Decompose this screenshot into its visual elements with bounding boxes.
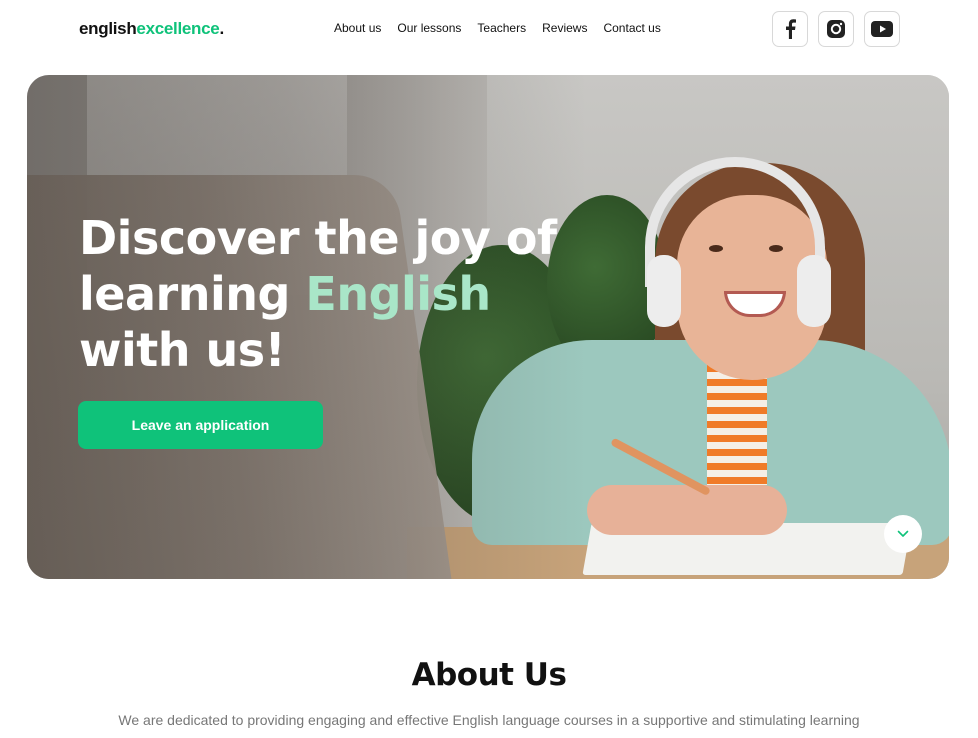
facebook-icon [786,19,796,39]
logo-part-english: english [79,19,137,38]
hero-title: Discover the joy of learning English wit… [79,210,579,378]
hero-title-line2: learning [79,267,306,321]
photo-arms [587,485,787,535]
instagram-icon [827,20,845,38]
photo-girl-shirt [707,365,767,485]
about-title-part1: About [411,657,524,693]
logo[interactable]: englishexcellence. [79,19,224,39]
social-links [772,11,900,47]
hero-title-accent: English [305,267,491,321]
youtube-icon [871,21,893,37]
nav-teachers[interactable]: Teachers [477,21,526,35]
nav-our-lessons[interactable]: Our lessons [397,21,461,35]
nav-contact-us[interactable]: Contact us [603,21,660,35]
hero-title-line3: with us! [79,323,286,377]
instagram-button[interactable] [818,11,854,47]
about-title-highlight: Us [521,657,569,693]
leave-application-button[interactable]: Leave an application [78,401,323,449]
scroll-down-button[interactable] [884,515,922,553]
photo-headphone-right [797,255,831,327]
main-nav: About us Our lessons Teachers Reviews Co… [334,21,677,35]
about-description: We are dedicated to providing engaging a… [118,712,860,728]
logo-part-excellence: excellence [136,19,220,38]
chevron-down-icon [897,530,909,537]
youtube-button[interactable] [864,11,900,47]
hero-banner: Discover the joy of learning English wit… [27,75,949,579]
nav-reviews[interactable]: Reviews [542,21,587,35]
photo-headphone-left [647,255,681,327]
site-header: englishexcellence. About us Our lessons … [0,0,978,58]
facebook-button[interactable] [772,11,808,47]
about-title: About Us [0,657,978,693]
logo-dot: . [219,19,224,38]
nav-about-us[interactable]: About us [334,21,381,35]
hero-title-line1: Discover the joy of [79,211,557,265]
